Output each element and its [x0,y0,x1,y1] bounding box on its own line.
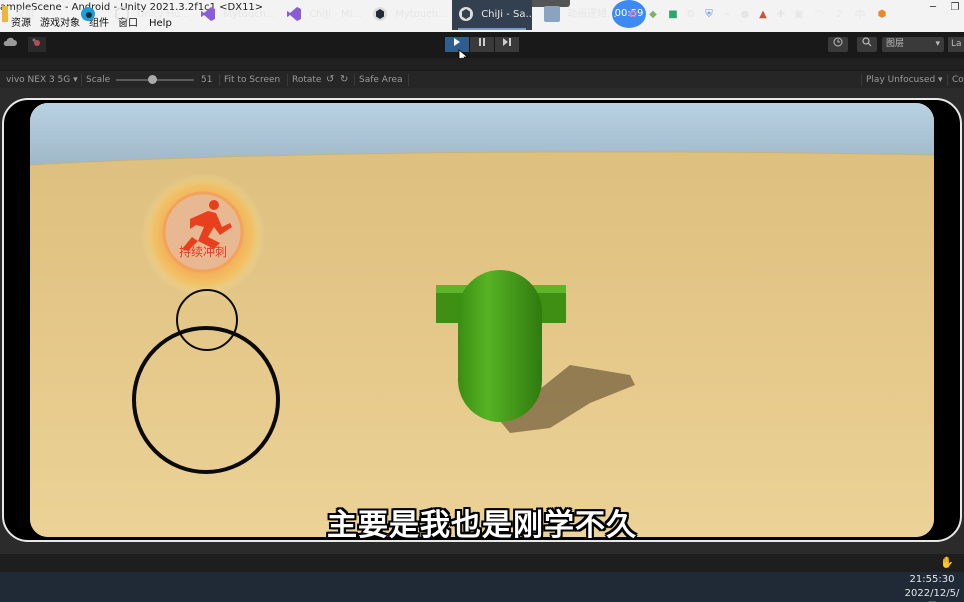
options-label: Co [952,75,964,85]
rotate-label: Rotate [292,75,322,85]
device-label: vivo NEX 3 5G [6,75,71,85]
step-icon [502,38,511,46]
player-capsule [458,270,542,422]
tray-app-icon[interactable]: ✿ [626,0,640,30]
folder-icon [2,6,8,22]
tray-app-icon[interactable]: ⚙ [684,0,698,30]
pause-button[interactable] [470,37,494,52]
tray-app-icon[interactable]: ✚ [774,0,788,30]
taskbar-item-unity-1[interactable]: Mytouch... [366,0,448,30]
step-button[interactable] [495,37,519,52]
tray-app-icon[interactable]: ■ [666,0,680,30]
minimize-icon[interactable]: ─ [926,0,940,16]
taskbar-item-visual-studio-1[interactable]: Mytouch... [194,0,276,30]
active-indicator [458,28,526,30]
tray-app-icon[interactable]: ▲ [756,0,770,30]
clock-date: 2022/12/5/周 [904,588,960,599]
play-controls [445,37,519,52]
taskbar-label: ChiJi - Sa... [481,9,535,20]
tray-app-icon[interactable]: ▣ [792,0,806,30]
video-subtitle: 主要是我也是刚学不久 [327,508,637,543]
toolbar-gap [0,58,964,70]
ime-indicator[interactable]: 中 [852,0,868,30]
history-icon[interactable] [828,37,848,52]
taskbar-label: ChiJi - Mi... [309,9,362,20]
scale-value: 51 [201,75,213,85]
taskbar-clock[interactable]: 21:55:30 2022/12/5/周 [900,572,964,602]
taskbar-item-recorder[interactable]: 录屏 [0,0,60,30]
play-icon [454,38,460,46]
usb-icon[interactable]: ⌁ [720,0,734,30]
clock-time: 21:55:30 [909,574,955,585]
hand-icon: ✋ [940,556,954,569]
taskbar-item-visual-studio-2[interactable]: ChiJi - Mi... [280,0,362,30]
collab-icon[interactable] [28,37,46,52]
taskbar-item-edge[interactable] [74,0,102,30]
layout-label: La [951,39,962,49]
taskbar [0,572,964,602]
screen-root: ampleScene - Android - Unity 2021.3.2f1c… [0,0,964,602]
volume-icon[interactable]: ♪ [832,0,846,30]
cloud-icon[interactable] [2,37,18,52]
divider [861,74,862,86]
image-icon [544,6,560,22]
pause-icon [479,38,485,46]
skill-button-label[interactable]: 持续冲刺 [179,244,227,259]
wifi-icon[interactable]: ◠ [812,0,826,30]
divider [81,74,82,86]
divider [287,74,288,86]
play-mode-dropdown[interactable]: Play Unfocused ▾ [866,71,943,89]
tray-app-icon[interactable]: ⬢ [874,0,890,30]
unity-icon [459,7,473,21]
unity-icon [115,6,129,22]
game-view-toolbar: vivo NEX 3 5G ▾ Scale 51 Fit to Screen R… [0,70,964,88]
maximize-icon[interactable]: ❐ [948,0,962,16]
microphone-icon[interactable]: ● [738,0,752,30]
layers-dropdown[interactable]: 图层 ▾ [882,37,944,52]
taskbar-label: 动画逻辑... [567,9,617,20]
taskbar-item-unity-2[interactable]: ChiJi - Sa... [452,0,535,30]
visual-studio-icon [287,7,301,21]
device-dropdown[interactable]: vivo NEX 3 5G ▾ [6,71,78,89]
taskbar-label: Unity Hu... [137,9,191,20]
taskbar-label: 录屏 [15,9,36,20]
divider [354,74,355,86]
chevron-down-icon: ▾ [935,39,940,49]
safe-area-toggle[interactable]: Safe Area [359,71,403,89]
divider [947,74,948,86]
rotate-left-icon[interactable]: ↺ [326,71,334,89]
scale-label: Scale [86,75,111,85]
layout-dropdown[interactable]: La [948,37,964,52]
fit-to-screen-button[interactable]: Fit to Screen [224,71,280,89]
game-scene: 持续冲刺 [30,103,934,537]
divider [408,74,409,86]
layers-label: 图层 [886,39,905,49]
search-icon[interactable] [857,37,877,52]
taskbar-item-animation[interactable]: 动画逻辑... [538,0,620,30]
shield-icon[interactable]: ⛨ [702,0,716,30]
unity-icon [373,7,387,21]
visual-studio-icon [201,7,215,21]
game-screen[interactable]: 持续冲刺 [30,103,934,537]
taskbar-label: Mytouch... [395,9,448,20]
taskbar-label: Mytouch... [223,9,276,20]
play-mode-label: Play Unfocused [866,75,936,85]
scale-slider-thumb[interactable] [148,75,157,84]
status-strip: ✋ [0,554,964,572]
edge-icon [81,7,95,21]
tray-app-icon[interactable]: ◆ [646,0,660,30]
divider [219,74,220,86]
rotate-right-icon[interactable]: ↻ [340,71,348,89]
taskbar-item-unity-hub[interactable]: Unity Hu... [108,0,191,30]
